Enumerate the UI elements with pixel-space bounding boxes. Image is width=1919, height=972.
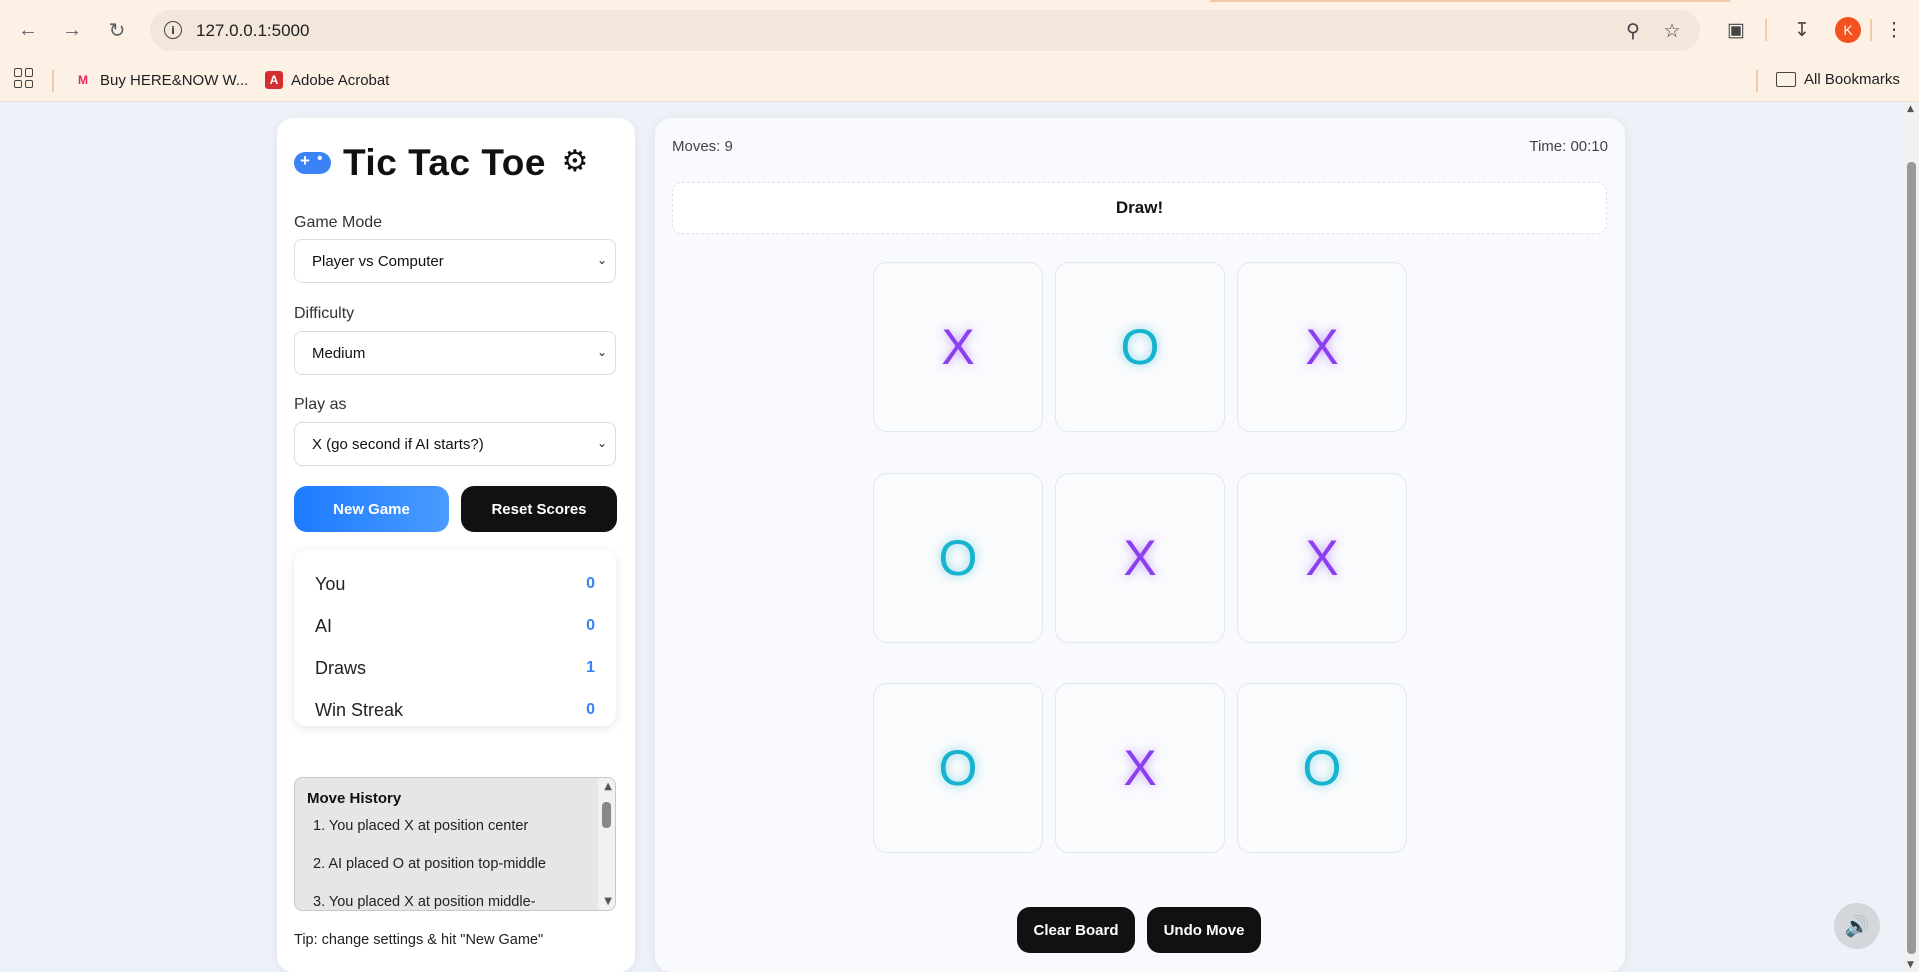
bookmarks-divider xyxy=(1756,70,1758,92)
all-bookmarks[interactable]: All Bookmarks xyxy=(1776,71,1900,88)
reload-icon[interactable]: ↻ xyxy=(103,16,131,44)
undo-move-button[interactable]: Undo Move xyxy=(1147,907,1261,953)
board-cell[interactable]: X xyxy=(1237,473,1407,643)
bookmark-label: Buy HERE&NOW W... xyxy=(100,71,249,89)
extensions-icon[interactable]: ▣ xyxy=(1722,16,1750,44)
clear-board-button[interactable]: Clear Board xyxy=(1017,907,1135,953)
page-title: Tic Tac Toe xyxy=(343,142,546,183)
move-history-title: Move History xyxy=(307,790,402,807)
scroll-down-arrow-icon[interactable]: ▼ xyxy=(604,896,612,907)
history-item: 1. You placed X at position center xyxy=(313,818,529,834)
game-panel: Moves: 9 Time: 00:10 Draw! X O X O X X O… xyxy=(655,118,1625,972)
game-status: Draw! xyxy=(672,182,1607,234)
tip-text: Tip: change settings & hit "New Game" xyxy=(294,932,544,948)
score-row-you: You 0 xyxy=(315,573,595,595)
bookmark-star-icon[interactable]: ☆ xyxy=(1660,19,1684,43)
tab-strip-accent xyxy=(1210,0,1730,2)
sound-toggle-icon[interactable]: 🔊 xyxy=(1834,903,1880,949)
history-item: 3. You placed X at position middle- xyxy=(313,894,536,910)
site-info-icon[interactable]: i xyxy=(164,21,182,39)
score-row-draws: Draws 1 xyxy=(315,657,595,679)
scroll-thumb[interactable] xyxy=(602,802,611,828)
board-cell[interactable]: O xyxy=(873,683,1043,853)
moves-counter: Moves: 9 xyxy=(672,138,733,155)
score-label: Win Streak xyxy=(315,699,404,720)
address-url[interactable]: 127.0.0.1:5000 xyxy=(196,21,309,41)
reset-scores-button[interactable]: Reset Scores xyxy=(461,486,617,532)
game-mode-value: Player vs Computer xyxy=(312,252,444,270)
profile-avatar[interactable]: K xyxy=(1835,17,1861,43)
difficulty-select[interactable]: Medium ⌄ xyxy=(294,331,616,375)
gamepad-icon xyxy=(294,150,331,174)
game-mode-label: Game Mode xyxy=(294,214,383,231)
bookmark-myntra[interactable]: M Buy HERE&NOW W... xyxy=(74,71,248,89)
score-value: 1 xyxy=(586,659,595,676)
chevron-down-icon: ⌄ xyxy=(596,253,607,267)
board-cell[interactable]: O xyxy=(873,473,1043,643)
board-cell[interactable]: X xyxy=(1237,262,1407,432)
board-cell[interactable]: X xyxy=(873,262,1043,432)
difficulty-value: Medium xyxy=(312,344,366,362)
board-cell[interactable]: O xyxy=(1237,683,1407,853)
all-bookmarks-label: All Bookmarks xyxy=(1804,71,1900,88)
scoreboard: You 0 AI 0 Draws 1 Win Streak 0 xyxy=(294,550,616,726)
history-scrollbar[interactable]: ▲ ▼ xyxy=(598,778,615,910)
back-arrow-icon[interactable]: ← xyxy=(14,16,42,44)
menu-kebab-icon[interactable]: ⋮ xyxy=(1880,16,1908,44)
score-row-win-streak: Win Streak 0 xyxy=(315,699,595,721)
browser-toolbar: ← → ↻ i 127.0.0.1:5000 ⚲ ☆ ▣ ↧ K ⋮ xyxy=(0,0,1919,60)
score-label: AI xyxy=(315,615,333,636)
score-row-ai: AI 0 xyxy=(315,615,595,637)
toolbar-divider xyxy=(1765,19,1767,41)
scroll-down-arrow-icon[interactable]: ▼ xyxy=(1907,960,1914,970)
play-as-select[interactable]: X (go second if AI starts?) ⌄ xyxy=(294,422,616,466)
board-cell[interactable]: O xyxy=(1055,262,1225,432)
title-row: Tic Tac Toe xyxy=(294,142,546,184)
address-bar[interactable]: i 127.0.0.1:5000 ⚲ ☆ xyxy=(150,10,1700,51)
toolbar-divider xyxy=(1870,19,1872,41)
download-icon[interactable]: ↧ xyxy=(1788,16,1816,44)
apps-grid-icon[interactable] xyxy=(14,68,34,88)
settings-panel: Tic Tac Toe ⚙ Game Mode Player vs Comput… xyxy=(277,118,635,972)
score-label: You xyxy=(315,573,346,594)
chevron-down-icon: ⌄ xyxy=(596,436,607,450)
forward-arrow-icon[interactable]: → xyxy=(58,16,86,44)
score-value: 0 xyxy=(586,617,595,634)
score-value: 0 xyxy=(586,575,595,592)
scroll-up-arrow-icon[interactable]: ▲ xyxy=(604,781,612,792)
play-as-value: X (go second if AI starts?) xyxy=(312,435,484,453)
theme-toggle-icon[interactable]: ⚙ xyxy=(559,144,591,179)
play-as-label: Play as xyxy=(294,396,347,413)
bookmarks-bar: M Buy HERE&NOW W... A Adobe Acrobat All … xyxy=(0,60,1919,102)
board-cell[interactable]: X xyxy=(1055,683,1225,853)
new-game-button[interactable]: New Game xyxy=(294,486,449,532)
move-history[interactable]: Move History 1. You placed X at position… xyxy=(294,777,616,911)
chevron-down-icon: ⌄ xyxy=(596,345,607,359)
game-timer: Time: 00:10 xyxy=(1529,138,1608,155)
score-value: 0 xyxy=(586,701,595,718)
bookmarks-divider xyxy=(52,70,54,92)
board-cell[interactable]: X xyxy=(1055,473,1225,643)
page-scroll-thumb[interactable] xyxy=(1907,162,1916,954)
history-item: 2. AI placed O at position top-middle xyxy=(313,856,546,872)
zoom-icon[interactable]: ⚲ xyxy=(1621,19,1645,43)
difficulty-label: Difficulty xyxy=(294,305,355,322)
score-label: Draws xyxy=(315,657,367,678)
page-scrollbar[interactable]: ▲ ▼ xyxy=(1904,102,1919,972)
scroll-up-arrow-icon[interactable]: ▲ xyxy=(1907,104,1914,114)
bookmark-label: Adobe Acrobat xyxy=(291,71,390,89)
game-mode-select[interactable]: Player vs Computer ⌄ xyxy=(294,239,616,283)
bookmark-adobe-acrobat[interactable]: A Adobe Acrobat xyxy=(265,71,389,89)
folder-icon xyxy=(1776,72,1796,87)
myntra-icon: M xyxy=(78,73,88,87)
acrobat-icon: A xyxy=(265,71,283,89)
